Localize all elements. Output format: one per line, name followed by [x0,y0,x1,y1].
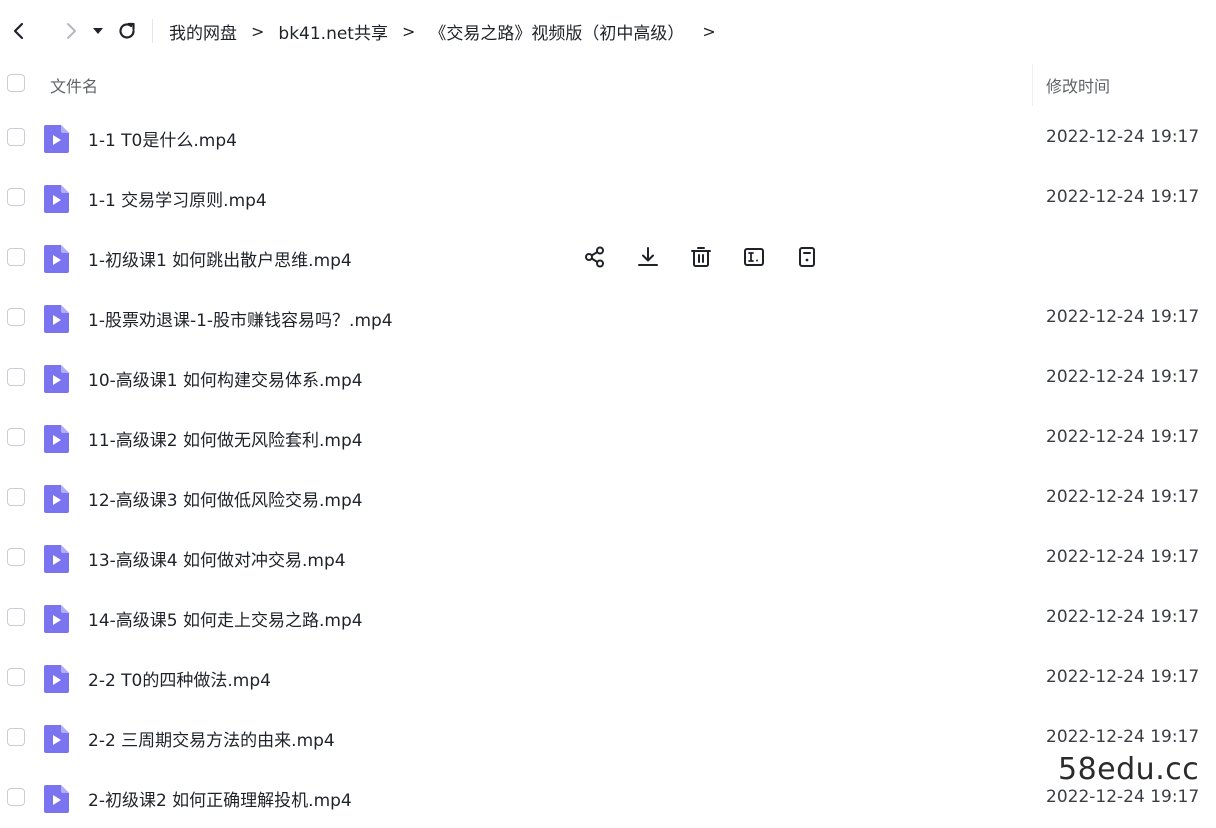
file-row[interactable]: 2-初级课2 如何正确理解投机.mp4 2022-12-24 19:17 [0,768,1216,828]
chevron-left-icon [13,22,24,40]
file-row[interactable]: 1-股票劝退课-1-股市赚钱容易吗？.mp4 2022-12-24 19:17 [0,288,1216,348]
share-button[interactable] [582,244,608,270]
file-row[interactable]: 1-1 交易学习原则.mp4 2022-12-24 19:17 [0,168,1216,228]
file-name[interactable]: 10-高级课1 如何构建交易体系.mp4 [88,366,363,391]
file-name[interactable]: 1-初级课1 如何跳出散户思维.mp4 [88,246,352,271]
more-button[interactable] [794,244,820,270]
file-modified-time: 2022-12-24 19:17 [1046,487,1200,507]
file-row[interactable]: 12-高级课3 如何做低风险交易.mp4 2022-12-24 19:17 [0,468,1216,528]
video-file-icon [44,665,69,693]
file-name[interactable]: 1-股票劝退课-1-股市赚钱容易吗？.mp4 [88,306,393,331]
row-checkbox[interactable] [7,728,25,746]
video-file-icon [44,605,69,633]
file-row[interactable]: 2-2 三周期交易方法的由来.mp4 2022-12-24 19:17 [0,708,1216,768]
file-modified-time: 2022-12-24 19:17 [1046,367,1200,387]
file-modified-time: 2022-12-24 19:17 [1046,427,1200,447]
row-checkbox[interactable] [7,788,25,806]
download-button[interactable] [635,244,661,270]
select-all-checkbox[interactable] [7,74,25,92]
watermark: 58edu.cc [1058,752,1200,787]
refresh-button[interactable] [114,18,140,44]
file-name[interactable]: 11-高级课2 如何做无风险套利.mp4 [88,426,363,451]
row-checkbox[interactable] [7,368,25,386]
file-name[interactable]: 13-高级课4 如何做对冲交易.mp4 [88,546,346,571]
back-button[interactable] [6,18,32,44]
file-name[interactable]: 1-1 T0是什么.mp4 [88,126,237,151]
column-header-modified-time[interactable]: 修改时间 [1046,73,1110,97]
breadcrumb-separator: > [401,21,416,41]
row-checkbox[interactable] [7,608,25,626]
video-file-icon [44,365,69,393]
file-row[interactable]: 14-高级课5 如何走上交易之路.mp4 2022-12-24 19:17 [0,588,1216,648]
row-checkbox[interactable] [7,548,25,566]
file-modified-time: 2022-12-24 19:17 [1046,727,1200,747]
column-header-name[interactable]: 文件名 [50,73,98,97]
breadcrumb: 我的网盘 > bk41.net共享 > 《交易之路》视频版（初中高级） > [169,19,730,44]
video-file-icon [44,485,69,513]
row-checkbox[interactable] [7,488,25,506]
file-name[interactable]: 14-高级课5 如何走上交易之路.mp4 [88,606,363,631]
video-file-icon [44,785,69,813]
file-modified-time: 2022-12-24 19:17 [1046,547,1200,567]
rename-button[interactable] [741,244,767,270]
breadcrumb-item-current[interactable]: 《交易之路》视频版（初中高级） [429,19,684,44]
chevron-right-icon [67,23,76,39]
file-name[interactable]: 1-1 交易学习原则.mp4 [88,186,267,211]
rename-icon [742,245,766,269]
file-row[interactable]: 1-1 T0是什么.mp4 2022-12-24 19:17 [0,108,1216,168]
download-icon [636,245,660,269]
video-file-icon [44,725,69,753]
file-row[interactable]: 11-高级课2 如何做无风险套利.mp4 2022-12-24 19:17 [0,408,1216,468]
file-modified-time: 2022-12-24 19:17 [1046,307,1200,327]
breadcrumb-item-home[interactable]: 我的网盘 [169,19,237,44]
table-header: 文件名 修改时间 [0,62,1216,108]
row-checkbox[interactable] [7,428,25,446]
breadcrumb-item-share[interactable]: bk41.net共享 [278,19,388,44]
file-modified-time: 2022-12-24 19:17 [1046,787,1200,807]
file-row[interactable]: 13-高级课4 如何做对冲交易.mp4 2022-12-24 19:17 [0,528,1216,588]
breadcrumb-separator: > [251,21,265,41]
breadcrumb-separator: > [702,21,716,41]
file-name[interactable]: 2-2 三周期交易方法的由来.mp4 [88,726,335,751]
video-file-icon [44,545,69,573]
share-icon [583,245,607,269]
row-checkbox[interactable] [7,188,25,206]
trash-button[interactable] [688,244,714,270]
row-checkbox[interactable] [7,128,25,146]
row-checkbox[interactable] [7,248,25,266]
refresh-icon [119,22,135,39]
file-row[interactable]: 1-初级课1 如何跳出散户思维.mp4 [0,228,1216,288]
toolbar-divider [152,19,153,43]
video-file-icon [44,305,69,333]
file-modified-time: 2022-12-24 19:17 [1046,127,1200,147]
file-name[interactable]: 12-高级课3 如何做低风险交易.mp4 [88,486,363,511]
video-file-icon [44,125,69,153]
video-file-icon [44,425,69,453]
more-icon [795,245,819,269]
file-row[interactable]: 10-高级课1 如何构建交易体系.mp4 2022-12-24 19:17 [0,348,1216,408]
file-modified-time: 2022-12-24 19:17 [1046,607,1200,627]
file-modified-time: 2022-12-24 19:17 [1046,667,1200,687]
row-hover-actions [582,244,820,270]
trash-icon [689,245,713,269]
toolbar: 我的网盘 > bk41.net共享 > 《交易之路》视频版（初中高级） > [0,0,1216,62]
history-dropdown-button[interactable] [90,18,106,44]
file-row[interactable]: 2-2 T0的四种做法.mp4 2022-12-24 19:17 [0,648,1216,708]
video-file-icon [44,185,69,213]
caret-down-icon [93,28,103,34]
video-file-icon [44,245,69,273]
row-checkbox[interactable] [7,308,25,326]
column-divider[interactable] [1032,64,1033,106]
forward-button[interactable] [58,18,84,44]
file-list: 1-1 T0是什么.mp4 2022-12-24 19:17 1-1 交易学习原则.… [0,108,1216,828]
row-checkbox[interactable] [7,668,25,686]
file-modified-time: 2022-12-24 19:17 [1046,187,1200,207]
file-name[interactable]: 2-2 T0的四种做法.mp4 [88,666,271,691]
